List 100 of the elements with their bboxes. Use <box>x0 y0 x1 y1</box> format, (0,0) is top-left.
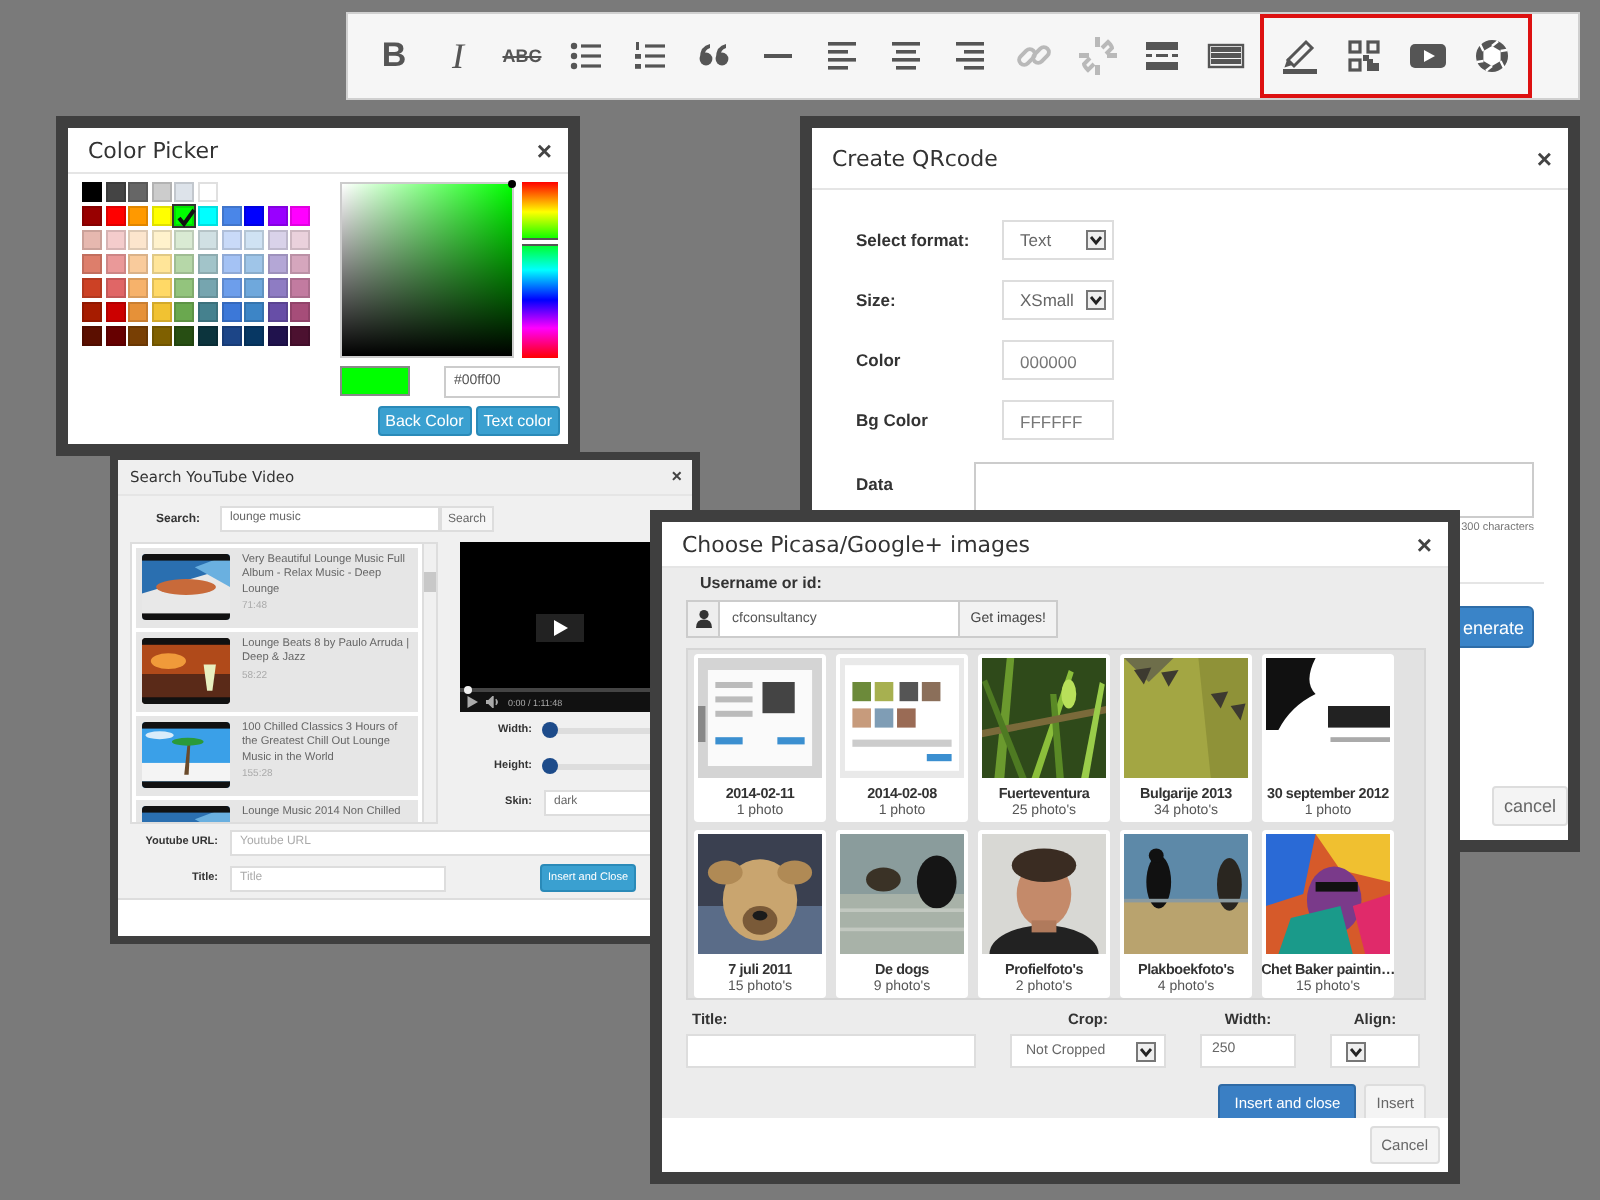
play-button[interactable] <box>536 613 584 641</box>
color-swatch[interactable] <box>290 326 311 346</box>
color-swatch[interactable] <box>82 230 102 250</box>
horizontal-line-icon <box>764 54 792 58</box>
pen-icon <box>1280 36 1320 76</box>
color-swatch[interactable] <box>105 182 126 202</box>
color-swatch[interactable] <box>197 302 218 322</box>
color-swatch[interactable] <box>105 326 126 346</box>
color-swatch[interactable] <box>244 254 265 274</box>
color-swatch[interactable] <box>244 278 265 298</box>
color-swatch[interactable] <box>197 206 218 226</box>
color-swatch[interactable] <box>128 254 149 274</box>
hue-slider[interactable] <box>522 182 558 358</box>
color-swatch[interactable] <box>105 302 126 322</box>
color-swatch[interactable] <box>151 230 172 250</box>
italic-button[interactable]: I <box>426 26 490 86</box>
color-swatch[interactable] <box>244 206 265 226</box>
color-swatch[interactable] <box>82 254 102 274</box>
color-swatch[interactable] <box>174 206 195 226</box>
color-swatch[interactable] <box>105 206 126 226</box>
color-swatch[interactable] <box>197 278 218 298</box>
color-swatch[interactable] <box>267 302 288 322</box>
title-field[interactable] <box>686 1034 976 1068</box>
color-swatch[interactable] <box>174 302 195 322</box>
color-swatch[interactable] <box>267 230 288 250</box>
color-swatch[interactable] <box>267 278 288 298</box>
color-swatch[interactable] <box>244 302 265 322</box>
color-swatch[interactable] <box>197 326 218 346</box>
color-swatch[interactable] <box>290 278 311 298</box>
color-swatch[interactable] <box>174 278 195 298</box>
strike-button[interactable]: ABC <box>490 26 554 86</box>
color-swatch[interactable] <box>128 206 149 226</box>
color-swatch[interactable] <box>290 302 311 322</box>
color-gradient-area[interactable] <box>340 182 514 358</box>
color-swatch[interactable] <box>82 206 102 226</box>
color-swatch[interactable] <box>128 326 149 346</box>
hue-slider-handle[interactable] <box>522 237 558 246</box>
color-swatch[interactable] <box>244 326 265 346</box>
color-swatch[interactable] <box>128 182 149 202</box>
color-swatch[interactable] <box>221 254 242 274</box>
color-swatch[interactable] <box>151 278 172 298</box>
color-swatch[interactable] <box>82 302 102 322</box>
color-swatch[interactable] <box>267 326 288 346</box>
color-swatch[interactable] <box>128 302 149 322</box>
dialog-title: Color Picker <box>88 137 218 163</box>
input-field[interactable]: 000000 <box>1002 340 1114 380</box>
color-swatch[interactable] <box>82 278 102 298</box>
close-button[interactable]: × <box>1416 531 1432 557</box>
color-swatch[interactable] <box>151 326 172 346</box>
color-swatch[interactable] <box>151 302 172 322</box>
color-swatch[interactable] <box>290 206 311 226</box>
dialog-title: Choose Picasa/Google+ images <box>682 531 1031 557</box>
scrollbar[interactable] <box>422 544 436 822</box>
cancel-button[interactable]: cancel <box>1491 786 1568 826</box>
field-label: Username or id: <box>698 574 824 592</box>
color-swatch[interactable] <box>151 254 172 274</box>
field-label: Bg Color <box>856 410 930 430</box>
color-swatch[interactable] <box>174 230 195 250</box>
color-swatch[interactable] <box>128 278 149 298</box>
color-swatch[interactable] <box>174 326 195 346</box>
caret-icon <box>1086 290 1106 310</box>
bold-button[interactable]: B <box>362 26 426 86</box>
color-swatch[interactable] <box>151 206 172 226</box>
color-swatch[interactable] <box>267 206 288 226</box>
close-button[interactable]: × <box>536 137 552 163</box>
color-swatch[interactable] <box>151 182 172 202</box>
color-swatch[interactable] <box>221 326 242 346</box>
input-field[interactable]: FFFFFF <box>1002 400 1114 440</box>
color-swatch[interactable] <box>221 278 242 298</box>
color-swatch[interactable] <box>267 254 288 274</box>
color-swatch[interactable] <box>290 254 311 274</box>
color-swatch[interactable] <box>290 230 311 250</box>
dialog-title: Create QRcode <box>832 145 998 171</box>
color-swatch[interactable] <box>197 254 218 274</box>
play-icon <box>466 696 478 708</box>
color-swatch[interactable] <box>82 182 102 202</box>
aperture-icon <box>1472 36 1512 76</box>
color-swatch[interactable] <box>82 326 102 346</box>
color-swatch[interactable] <box>221 206 242 226</box>
color-swatch[interactable] <box>128 230 149 250</box>
color-swatch[interactable] <box>244 230 265 250</box>
color-swatch[interactable] <box>174 254 195 274</box>
close-button[interactable]: × <box>671 468 682 486</box>
align-dropdown[interactable] <box>1330 1034 1420 1068</box>
color-swatch[interactable] <box>197 230 218 250</box>
close-button[interactable]: × <box>1536 145 1552 171</box>
color-swatch[interactable] <box>221 230 242 250</box>
dropdown[interactable]: XSmall <box>1002 280 1114 320</box>
slider-handle[interactable] <box>541 721 558 737</box>
color-swatch[interactable] <box>174 182 195 202</box>
color-swatch[interactable] <box>105 230 126 250</box>
slider-handle[interactable] <box>541 757 558 773</box>
progress-handle[interactable] <box>464 686 472 694</box>
color-swatch[interactable] <box>105 254 126 274</box>
color-swatch[interactable] <box>105 278 126 298</box>
color-swatch[interactable] <box>197 182 218 202</box>
user-icon <box>695 610 711 628</box>
dropdown[interactable]: Text <box>1002 220 1114 260</box>
color-swatch[interactable] <box>221 302 242 322</box>
caret-icon <box>1346 1041 1366 1061</box>
